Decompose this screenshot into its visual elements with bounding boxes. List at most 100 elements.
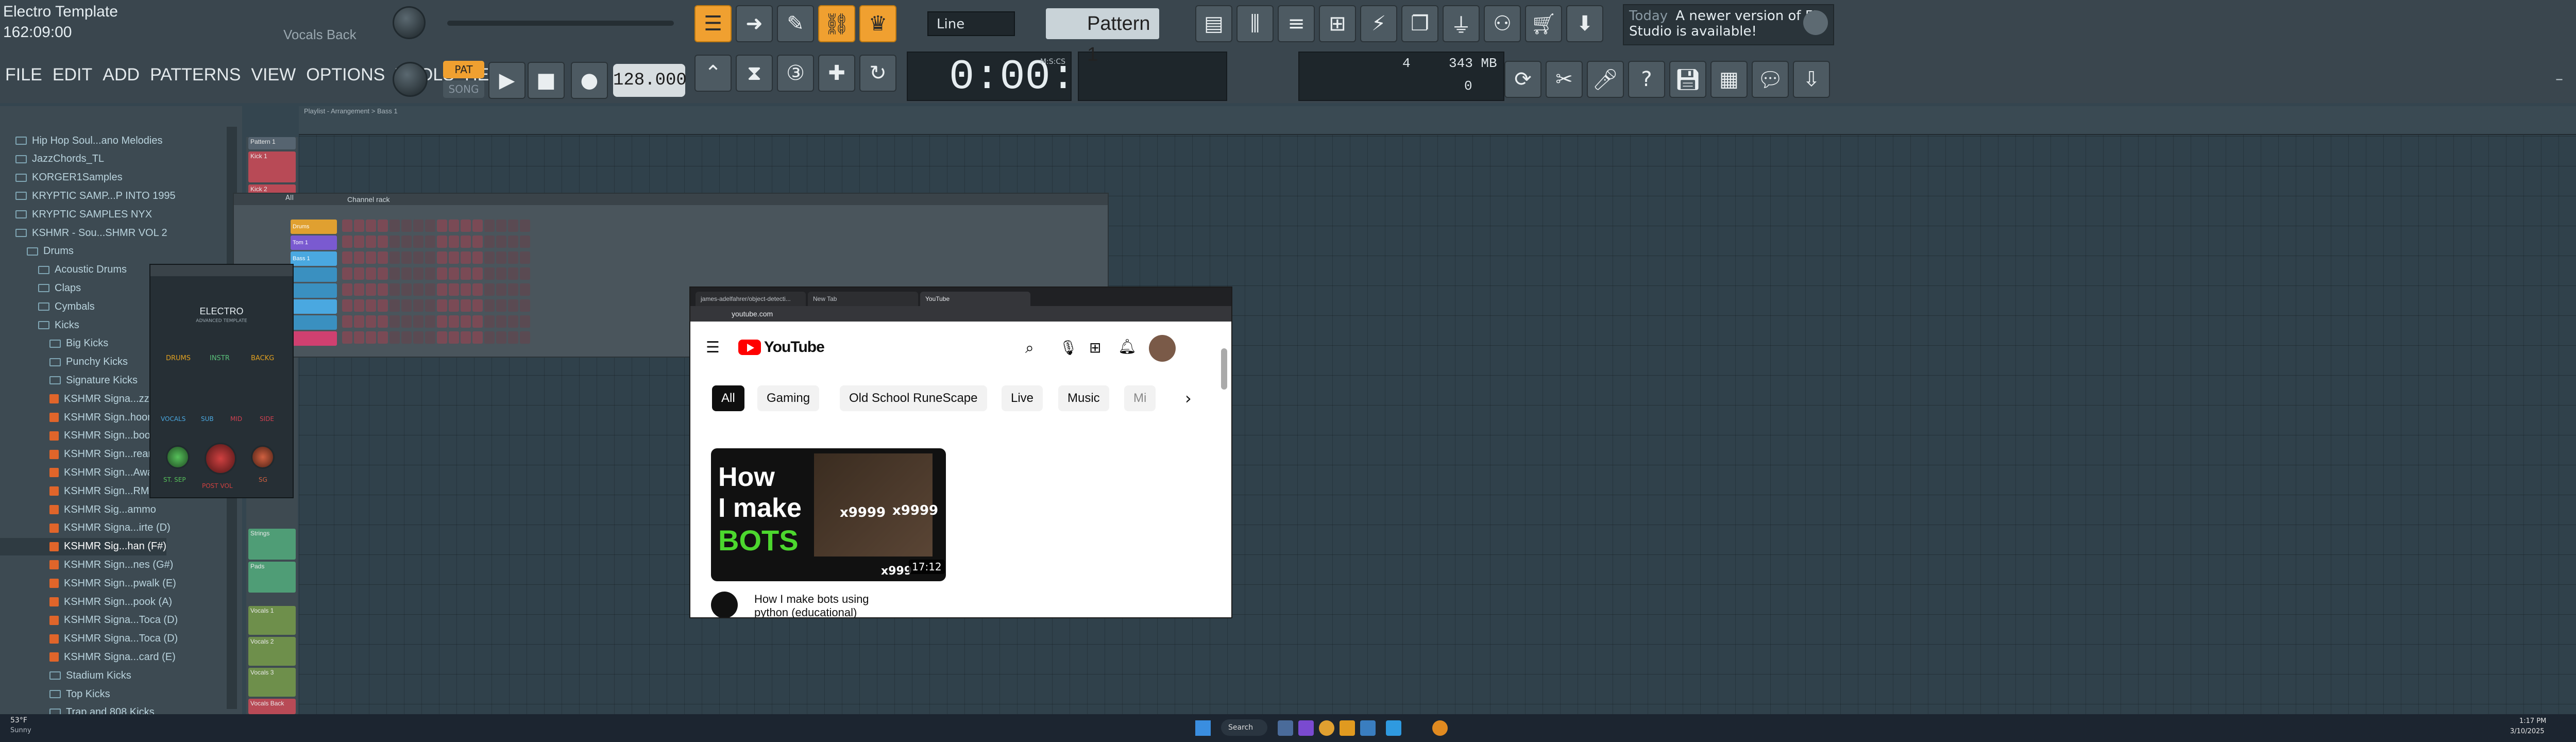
step-button[interactable] — [354, 251, 364, 264]
menu-view[interactable]: VIEW — [251, 65, 296, 85]
metronome-button[interactable]: ⌃ — [694, 55, 732, 92]
step-button[interactable] — [378, 220, 388, 232]
render-button[interactable]: ▦ — [1710, 61, 1748, 98]
step-button[interactable] — [378, 235, 388, 248]
loop-record-button[interactable]: ↻ — [859, 55, 896, 92]
step-button[interactable] — [401, 235, 412, 248]
help-button[interactable]: ? — [1628, 61, 1665, 98]
step-button[interactable] — [508, 220, 518, 232]
cut-button[interactable]: ✂ — [1546, 61, 1583, 98]
shop-button[interactable]: 🛒︎ — [1525, 5, 1562, 42]
step-button[interactable] — [496, 235, 506, 248]
step-button[interactable] — [389, 220, 400, 232]
step-button[interactable] — [461, 251, 471, 264]
step-button[interactable] — [366, 220, 376, 232]
step-button[interactable] — [425, 235, 435, 248]
menu-add[interactable]: ADD — [103, 65, 140, 85]
globe-icon[interactable] — [1803, 10, 1828, 35]
vscode-icon[interactable] — [1360, 720, 1376, 736]
step-button[interactable] — [508, 299, 518, 312]
step-button[interactable] — [472, 251, 483, 264]
chrome-icon[interactable] — [1319, 720, 1334, 736]
browser-item[interactable]: KSHMR Signa...card (E) — [0, 648, 176, 666]
step-button[interactable] — [401, 299, 412, 312]
step-button[interactable] — [413, 283, 423, 296]
step-button[interactable] — [461, 315, 471, 328]
step-button[interactable] — [401, 220, 412, 232]
youtube-logo-icon[interactable] — [738, 340, 761, 355]
step-button[interactable] — [366, 315, 376, 328]
tab-new[interactable]: New Tab — [808, 292, 918, 306]
browser-item[interactable]: Top Kicks — [0, 685, 110, 703]
step-button[interactable] — [389, 299, 400, 312]
stop-button[interactable]: ■ — [528, 62, 565, 99]
channel-button[interactable]: Tom 1 — [291, 235, 337, 250]
step-button[interactable] — [401, 267, 412, 280]
wait-input-button[interactable]: ⧗ — [736, 55, 773, 92]
step-button[interactable] — [366, 267, 376, 280]
step-button[interactable] — [425, 267, 435, 280]
step-button[interactable] — [342, 331, 352, 344]
step-button[interactable] — [472, 315, 483, 328]
pencil-tool-button[interactable]: ✎ — [777, 5, 814, 42]
step-button[interactable] — [520, 299, 530, 312]
step-button[interactable] — [413, 220, 423, 232]
create-icon[interactable]: ⊞ — [1089, 339, 1101, 356]
track-vocals-back[interactable]: Vocals Back — [248, 699, 296, 714]
browser-item[interactable]: Signature Kicks — [0, 372, 138, 389]
channel-rack-button[interactable]: ≡ — [1278, 5, 1315, 42]
step-button[interactable] — [378, 267, 388, 280]
folder-icon[interactable] — [1340, 720, 1355, 736]
chip-live[interactable]: Live — [1002, 385, 1043, 411]
browser-item[interactable]: KSHMR Signa...zzar — [0, 390, 158, 408]
menu-options[interactable]: OPTIONS — [306, 65, 385, 85]
step-button[interactable] — [401, 251, 412, 264]
browser-button[interactable]: ⊞ — [1319, 5, 1356, 42]
channel-avatar[interactable] — [711, 592, 738, 617]
stamp-button[interactable]: ♛ — [859, 5, 896, 42]
step-button[interactable] — [437, 251, 447, 264]
weather-temp[interactable]: 53°F — [10, 716, 27, 724]
step-button[interactable] — [366, 331, 376, 344]
browser-item[interactable]: Acoustic Drums — [0, 261, 127, 279]
step-button[interactable] — [449, 251, 459, 264]
arrow-button[interactable]: ➜ — [736, 5, 773, 42]
link-button[interactable]: ⛓ — [818, 5, 855, 42]
step-button[interactable] — [437, 235, 447, 248]
step-button[interactable] — [342, 299, 352, 312]
tab-youtube[interactable]: YouTube — [920, 292, 1030, 306]
step-button[interactable] — [461, 220, 471, 232]
step-button[interactable] — [378, 299, 388, 312]
browser-item[interactable]: JazzChords_TL — [0, 150, 104, 168]
menu-file[interactable]: FILE — [5, 65, 42, 85]
step-button[interactable] — [401, 283, 412, 296]
channel-button[interactable] — [291, 283, 337, 298]
step-button[interactable] — [520, 235, 530, 248]
search-icon[interactable]: ⌕ — [1025, 339, 1034, 357]
file-explorer-icon[interactable] — [1278, 720, 1293, 736]
step-button[interactable] — [461, 235, 471, 248]
step-button[interactable] — [449, 315, 459, 328]
metronome-reset-button[interactable]: ⟳ — [1504, 61, 1541, 98]
step-button[interactable] — [496, 267, 506, 280]
step-button[interactable] — [449, 283, 459, 296]
step-button[interactable] — [508, 267, 518, 280]
step-button[interactable] — [389, 267, 400, 280]
st-sep-knob[interactable] — [166, 445, 190, 469]
post-vol-knob[interactable] — [205, 443, 236, 475]
play-button[interactable]: ▶ — [488, 62, 526, 99]
step-button[interactable] — [401, 315, 412, 328]
step-button[interactable] — [437, 220, 447, 232]
step-button[interactable] — [342, 251, 352, 264]
step-button[interactable] — [472, 283, 483, 296]
step-button[interactable] — [496, 315, 506, 328]
browser-item[interactable]: KSHMR Signa...Toca (D) — [0, 612, 178, 629]
avatar[interactable] — [1149, 335, 1176, 362]
step-button[interactable] — [425, 283, 435, 296]
terminal-icon[interactable] — [1386, 720, 1401, 736]
step-button[interactable] — [484, 235, 495, 248]
step-button[interactable] — [378, 251, 388, 264]
step-button[interactable] — [472, 235, 483, 248]
step-button[interactable] — [389, 235, 400, 248]
browser-item[interactable]: KSHMR Sign...RMI (F) — [0, 482, 168, 500]
